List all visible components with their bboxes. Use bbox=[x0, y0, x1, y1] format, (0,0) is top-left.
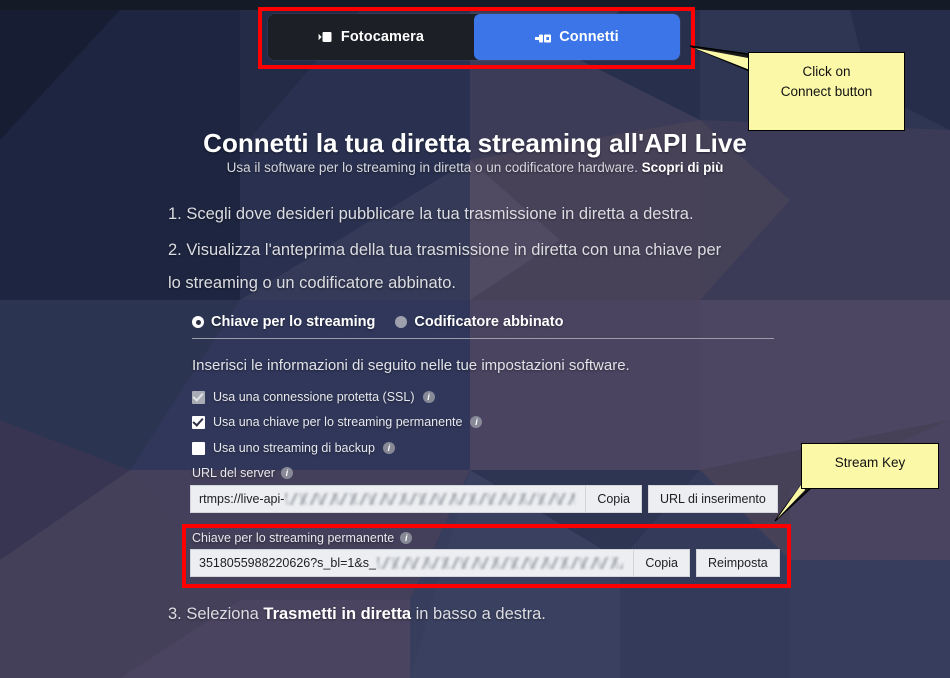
stream-key-callout-line1: Stream Key bbox=[834, 455, 906, 470]
video-camera-icon bbox=[318, 31, 334, 43]
radio-codificatore-label: Codificatore abbinato bbox=[414, 314, 564, 330]
stream-mode-tabbar: Fotocamera Connetti bbox=[268, 14, 680, 60]
info-icon[interactable]: i bbox=[382, 442, 395, 454]
plug-connector-icon bbox=[535, 32, 552, 43]
step-3-suffix: in basso a destra. bbox=[411, 605, 546, 623]
server-url-value: rtmps://live-api- bbox=[199, 492, 285, 506]
radio-chiave-label: Chiave per lo streaming bbox=[211, 314, 376, 330]
checkbox-persistent-key-label: Usa una chiave per lo streaming permanen… bbox=[213, 415, 463, 429]
connect-callout-line2: Connect button bbox=[780, 83, 873, 99]
stream-key-input-wrapper: 3518055988220626?s_bl=1&s_ Copia bbox=[190, 549, 690, 577]
radio-chiave-per-lo-streaming[interactable]: Chiave per lo streaming bbox=[192, 314, 375, 330]
checkbox-persistent-key-icon[interactable] bbox=[192, 415, 205, 429]
checkbox-backup-stream-label: Usa uno streaming di backup bbox=[213, 441, 375, 455]
radio-selected-icon bbox=[192, 316, 204, 328]
tab-fotocamera[interactable]: Fotocamera bbox=[268, 14, 474, 60]
step-2-continuation: lo streaming o un codificatore abbinato. bbox=[168, 274, 457, 292]
checkbox-ssl-icon[interactable] bbox=[192, 390, 205, 404]
connect-callout: Click on Connect button bbox=[748, 52, 905, 131]
server-url-input[interactable]: rtmps://live-api- bbox=[191, 486, 585, 512]
server-url-input-wrapper: rtmps://live-api- Copia bbox=[190, 485, 642, 513]
stream-key-value: 3518055988220626?s_bl=1&s_ bbox=[199, 556, 376, 570]
server-url-label: URL del server bbox=[192, 466, 275, 480]
checkbox-backup-stream-icon[interactable] bbox=[192, 441, 205, 455]
info-icon[interactable]: i bbox=[280, 467, 293, 479]
stream-key-label: Chiave per lo streaming permanente bbox=[192, 531, 395, 545]
stream-key-field-row: 3518055988220626?s_bl=1&s_ Copia Reimpos… bbox=[190, 549, 780, 577]
stream-mode-radio-group: Chiave per lo streaming Codificatore abb… bbox=[192, 314, 774, 339]
server-url-field-row: rtmps://live-api- Copia URL di inserimen… bbox=[190, 485, 778, 513]
connect-callout-line1: Click on bbox=[802, 64, 851, 79]
browser-top-strip bbox=[0, 0, 950, 10]
step-3-prefix: 3. Seleziona bbox=[168, 605, 264, 623]
learn-more-link[interactable]: Scopri di più bbox=[642, 160, 724, 175]
step-3-bold: Trasmetti in diretta bbox=[263, 605, 412, 623]
live-producer-connect-screen: Fotocamera Connetti Connetti la tua dire… bbox=[0, 0, 950, 678]
info-icon[interactable]: i bbox=[422, 391, 435, 403]
server-url-label-row: URL del server i bbox=[192, 466, 293, 480]
page-subtitle: Usa il software per lo streaming in dire… bbox=[0, 160, 950, 175]
tab-connetti[interactable]: Connetti bbox=[474, 14, 680, 60]
step-3-text: 3. Seleziona Trasmetti in diretta in bas… bbox=[168, 605, 546, 624]
software-settings-instruction: Inserisci le informazioni di seguito nel… bbox=[192, 357, 630, 374]
checkbox-ssl-label: Usa una connessione protetta (SSL) bbox=[213, 390, 415, 404]
stream-key-copy-button[interactable]: Copia bbox=[633, 550, 689, 576]
radio-unselected-icon bbox=[395, 316, 408, 328]
step-1-text: 1. Scegli dove desideri pubblicare la tu… bbox=[168, 205, 694, 223]
tab-fotocamera-label: Fotocamera bbox=[340, 29, 425, 45]
page-title: Connetti la tua diretta streaming all'AP… bbox=[203, 128, 747, 158]
checkbox-row-backup-stream[interactable]: Usa uno streaming di backup i bbox=[192, 441, 395, 455]
checkbox-row-persistent-key[interactable]: Usa una chiave per lo streaming permanen… bbox=[192, 415, 483, 429]
server-url-redacted-blur bbox=[285, 493, 576, 505]
radio-codificatore-abbinato[interactable]: Codificatore abbinato bbox=[395, 314, 563, 330]
stream-key-redacted-blur bbox=[376, 557, 624, 569]
page-subtitle-text: Usa il software per lo streaming in dire… bbox=[226, 160, 638, 175]
server-url-paste-button[interactable]: URL di inserimento bbox=[648, 485, 778, 513]
info-icon[interactable]: i bbox=[400, 532, 413, 544]
step-2-text: 2. Visualizza l'anteprima della tua tras… bbox=[168, 241, 722, 259]
server-url-copy-button[interactable]: Copia bbox=[585, 486, 641, 512]
stream-key-label-row: Chiave per lo streaming permanente i bbox=[192, 531, 413, 545]
info-icon[interactable]: i bbox=[470, 416, 483, 428]
stream-key-reset-button[interactable]: Reimposta bbox=[696, 549, 780, 577]
stream-key-callout: Stream Key bbox=[801, 443, 939, 489]
checkbox-row-ssl[interactable]: Usa una connessione protetta (SSL) i bbox=[192, 390, 435, 404]
tab-connetti-label: Connetti bbox=[559, 29, 619, 45]
stream-key-input[interactable]: 3518055988220626?s_bl=1&s_ bbox=[191, 550, 633, 576]
